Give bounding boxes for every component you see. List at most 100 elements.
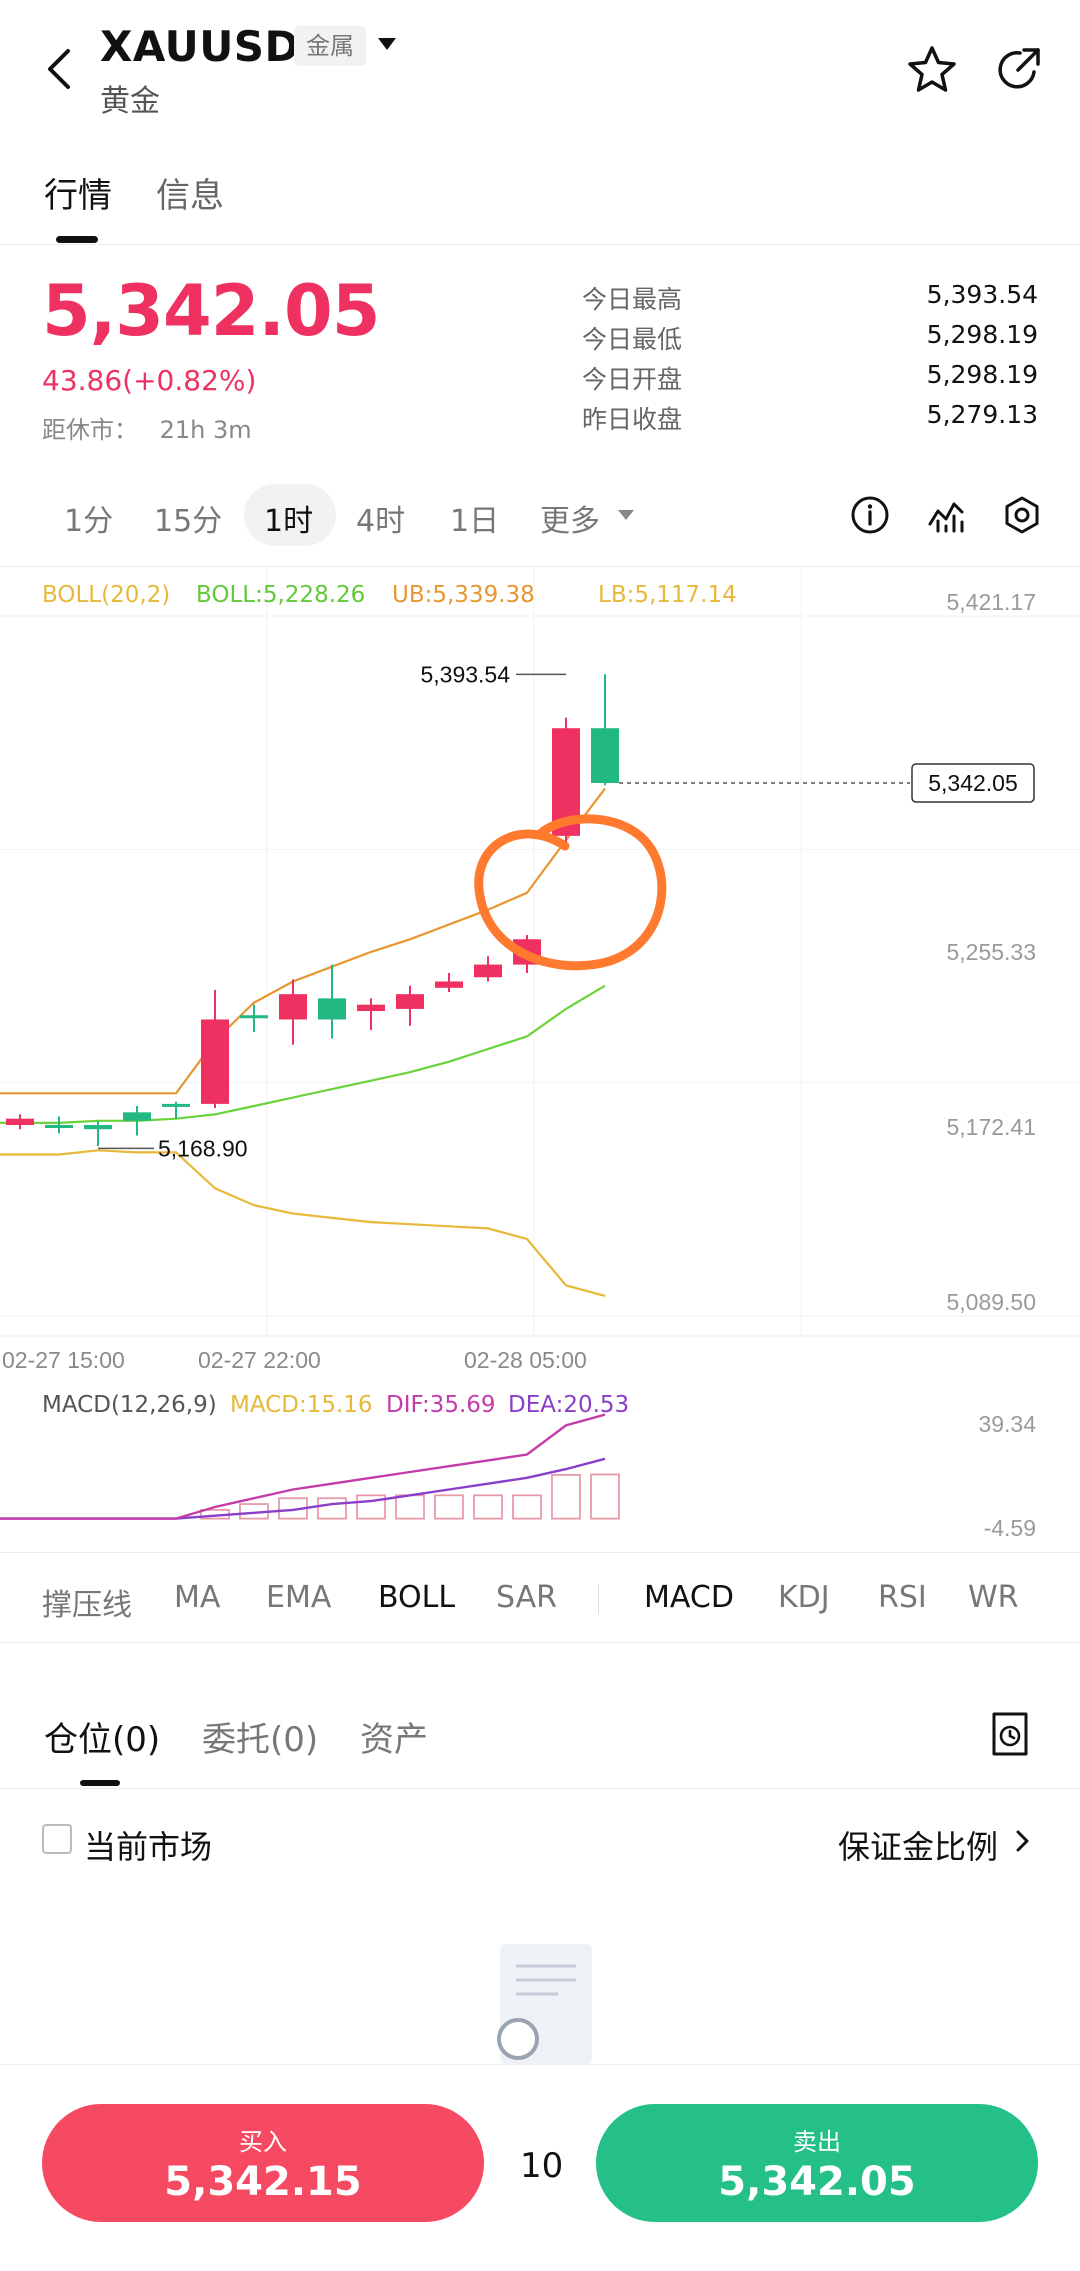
interval-4h[interactable]: 4时 — [356, 496, 405, 540]
candle-body — [201, 1019, 229, 1104]
candle-body — [162, 1103, 190, 1107]
legend-dea: DEA:20.53 — [508, 1392, 630, 1418]
symbol-dropdown-icon[interactable] — [378, 38, 396, 50]
indicator-boll[interactable]: BOLL — [378, 1580, 455, 1615]
favorite-star-icon[interactable] — [904, 42, 960, 98]
macd-histogram-bar — [317, 1497, 347, 1520]
macd-histogram-bar — [590, 1473, 620, 1520]
tab-indicator — [56, 236, 98, 243]
tab-assets[interactable]: 资产 — [360, 1712, 428, 1761]
stat-value: 5,298.19 — [926, 360, 1038, 389]
legend-boll-mid: BOLL:5,228.26 — [196, 582, 366, 608]
macd-histogram-bar — [395, 1494, 425, 1520]
stat-label: 今日最低 — [582, 325, 683, 354]
indicator-rsi[interactable]: RSI — [878, 1580, 927, 1615]
tab-orders[interactable]: 委托(0) — [202, 1712, 318, 1761]
stat-value: 5,393.54 — [926, 280, 1038, 309]
quantity-value[interactable]: 10 — [520, 2146, 563, 2186]
stat-value: 5,279.13 — [926, 400, 1038, 429]
legend-macd-value: MACD:15.16 — [230, 1392, 373, 1418]
legend-boll: BOLL(20,2) — [42, 582, 171, 608]
interval-more[interactable]: 更多 — [540, 496, 600, 540]
symbol-name: 黄金 — [100, 84, 160, 119]
share-icon[interactable] — [990, 42, 1046, 98]
back-arrow-icon[interactable] — [40, 45, 80, 93]
candle-body — [45, 1124, 73, 1128]
candle-body — [318, 998, 346, 1020]
tab-info[interactable]: 信息 — [156, 168, 224, 217]
x-tick-label: 02-27 22:00 — [198, 1347, 321, 1373]
divider — [0, 1552, 1080, 1553]
annotation-circle — [474, 814, 667, 971]
indicator-wr[interactable]: WR — [968, 1580, 1019, 1615]
legend-boll-lb: LB:5,117.14 — [598, 582, 737, 608]
indicator-ma[interactable]: MA — [174, 1580, 220, 1615]
boll-lower-line — [0, 1149, 606, 1297]
sell-label: 卖出 — [793, 2128, 841, 2156]
y-tick-label: 5,255.33 — [946, 939, 1036, 965]
last-price-label: 5,342.05 — [928, 770, 1018, 796]
positions-tab-indicator — [80, 1780, 120, 1786]
interval-1h[interactable]: 1时 — [264, 496, 313, 540]
legend-boll-ub: UB:5,339.38 — [392, 582, 535, 608]
current-market-label: 当前市场 — [84, 1828, 213, 1866]
macd-histogram-bar — [512, 1494, 542, 1520]
low-callout-label: 5,168.90 — [158, 1135, 248, 1161]
high-callout-label: 5,393.54 — [420, 661, 510, 687]
candle-body — [279, 994, 307, 1020]
macd-histogram-bar — [473, 1494, 503, 1520]
y-tick-label: 5,421.17 — [946, 589, 1036, 615]
y-tick-label: 5,172.41 — [946, 1114, 1036, 1140]
candle-body — [84, 1124, 112, 1130]
indicator-sar[interactable]: SAR — [496, 1580, 557, 1615]
sell-button[interactable]: 卖出 5,342.05 — [596, 2104, 1038, 2222]
indicator-macd[interactable]: MACD — [644, 1580, 734, 1615]
divider — [0, 1788, 1080, 1789]
interval-1m[interactable]: 1分 — [64, 496, 113, 540]
candle-body — [474, 964, 502, 978]
candle-body — [435, 981, 463, 988]
legend-macd: MACD(12,26,9) — [42, 1392, 217, 1418]
close-countdown-value: 21h 3m — [159, 416, 252, 444]
stat-label: 昨日收盘 — [582, 405, 683, 434]
x-tick-label: 02-28 05:00 — [464, 1347, 587, 1373]
macd-histogram-bar — [551, 1474, 581, 1520]
stat-label: 今日最高 — [582, 285, 683, 314]
more-caret-icon — [618, 510, 634, 520]
stat-label: 今日开盘 — [582, 365, 683, 394]
divider — [0, 244, 1080, 245]
sell-price: 5,342.05 — [718, 2159, 916, 2205]
buy-button[interactable]: 买入 5,342.15 — [42, 2104, 484, 2222]
current-market-checkbox[interactable] — [42, 1824, 72, 1854]
symbol-title[interactable]: XAUUSD — [100, 22, 300, 71]
info-icon[interactable] — [849, 494, 891, 536]
settings-icon[interactable] — [1001, 494, 1043, 536]
indicator-ema[interactable]: EMA — [266, 1580, 331, 1615]
indicator-support-resistance[interactable]: 撑压线 — [42, 1580, 132, 1624]
chevron-right-icon[interactable] — [1012, 1828, 1032, 1854]
tab-market[interactable]: 行情 — [44, 168, 112, 217]
legend-dif: DIF:35.69 — [386, 1392, 496, 1418]
margin-ratio-link[interactable]: 保证金比例 — [838, 1822, 998, 1868]
macd-histogram-bar — [434, 1494, 464, 1520]
price-change: 43.86(+0.82%) — [42, 364, 257, 397]
indicator-kdj[interactable]: KDJ — [778, 1580, 830, 1615]
history-icon[interactable] — [988, 1710, 1032, 1758]
candle-body — [591, 728, 619, 783]
empty-document-icon — [497, 1944, 592, 2064]
candle-body — [6, 1118, 34, 1125]
indicator-separator — [598, 1584, 599, 1614]
divider — [0, 1642, 1080, 1643]
interval-1d[interactable]: 1日 — [450, 496, 499, 540]
interval-15m[interactable]: 15分 — [154, 496, 222, 540]
candle-body — [123, 1112, 151, 1121]
macd-tick-label: 39.34 — [978, 1411, 1036, 1437]
candle-body — [357, 1004, 385, 1012]
x-tick-label: 02-27 15:00 — [2, 1347, 125, 1373]
buy-label: 买入 — [239, 2128, 287, 2156]
last-price: 5,342.05 — [42, 270, 380, 352]
close-countdown: 距休市： 21h 3m — [42, 410, 252, 445]
y-tick-label: 5,089.50 — [946, 1289, 1036, 1315]
tab-positions[interactable]: 仓位(0) — [44, 1712, 160, 1761]
indicator-chart-icon[interactable] — [925, 494, 967, 536]
